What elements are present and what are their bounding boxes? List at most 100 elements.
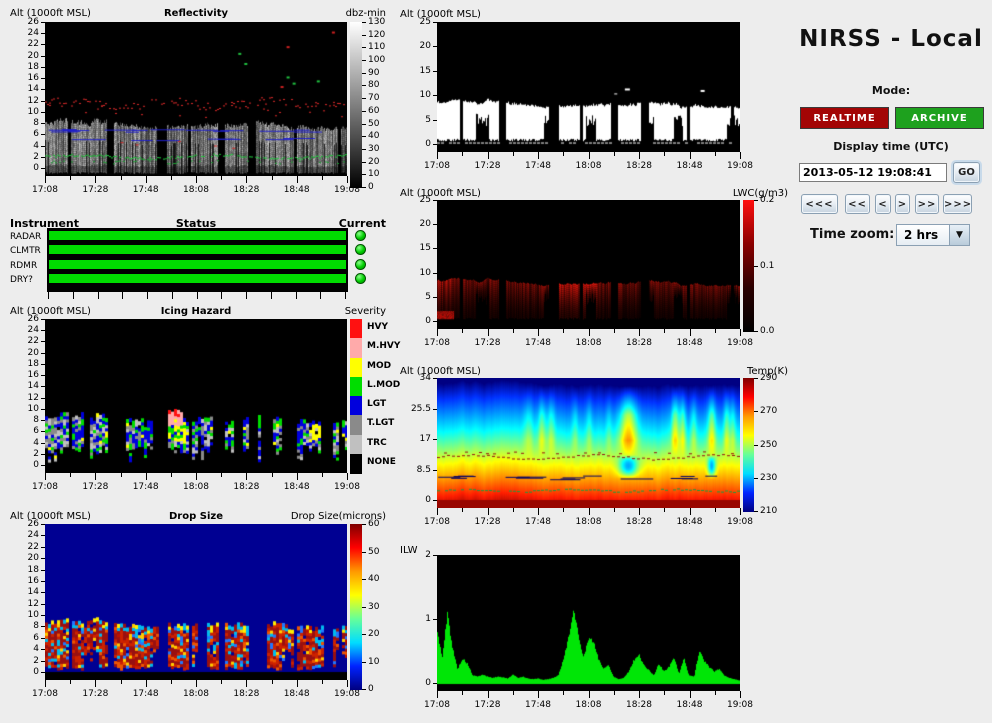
x-tick-label: 18:28: [626, 700, 652, 710]
y-tick: [41, 341, 45, 343]
drop_size-colorbar: [350, 524, 362, 690]
colorbar-tick: [362, 123, 366, 125]
x-tick: [487, 508, 489, 515]
x-tick: [246, 680, 248, 687]
status-x-tick: [196, 292, 198, 299]
x-tick-label: 18:48: [283, 689, 310, 699]
x-tick-label: 17:48: [525, 338, 551, 348]
x-tick: [321, 680, 323, 684]
y-tick-label: 8.5: [416, 464, 431, 475]
y-tick-label: 6: [33, 129, 39, 140]
nav-back-fast[interactable]: <<<: [801, 194, 838, 214]
x-tick: [296, 176, 298, 183]
legend-swatch-TRC: [350, 434, 362, 455]
status-x-tick: [295, 292, 297, 299]
y-tick-label: 20: [419, 41, 431, 52]
x-tick-label: 19:08: [727, 161, 753, 171]
y-tick-label: 25.5: [410, 403, 431, 414]
x-tick: [145, 176, 147, 183]
x-tick: [145, 473, 147, 480]
colorbar-tick: [362, 661, 366, 663]
nav-forward-step[interactable]: >: [895, 194, 910, 214]
colorbar-tick: [362, 98, 366, 100]
y-tick-label: 2: [33, 151, 39, 162]
y-tick: [41, 352, 45, 354]
y-tick-label: 24: [27, 530, 39, 541]
time-zoom-label: Time zoom:: [810, 227, 895, 242]
y-tick: [41, 397, 45, 399]
status-x-tick: [221, 292, 223, 299]
go-button[interactable]: GO: [953, 162, 980, 183]
status-row-label: CLMTR: [10, 246, 41, 256]
x-tick-label: 18:08: [575, 700, 602, 710]
y-tick: [41, 89, 45, 91]
x-tick-label: 18:48: [676, 700, 703, 710]
y-tick: [433, 70, 437, 72]
status-bar-RDMR: [49, 260, 346, 269]
y-tick-label: 14: [27, 84, 39, 95]
x-tick-label: 18:28: [233, 482, 260, 492]
chevron-down-icon[interactable]: ▼: [949, 225, 969, 245]
y-tick-label: 17: [419, 434, 431, 444]
colorbar-tick: [362, 174, 366, 176]
x-tick: [740, 152, 741, 159]
status-x-tick: [72, 292, 74, 299]
colorbar-tick-label: 290: [760, 373, 778, 383]
y-tick: [41, 580, 45, 582]
x-tick-label: 17:48: [132, 689, 159, 699]
x-tick: [487, 152, 489, 159]
legend-swatch-NONE: [350, 453, 362, 474]
drop_size-colorbar-label: Drop Size(microns): [290, 511, 386, 522]
y-tick-label: 2: [425, 550, 431, 560]
colorbar-tick-label: 100: [368, 55, 386, 66]
legend-entry-label: TRC: [367, 437, 387, 448]
display-time-input[interactable]: [799, 163, 947, 182]
legend-swatch-MOD: [350, 357, 362, 378]
nav-forward[interactable]: >>: [915, 194, 939, 214]
y-tick: [41, 615, 45, 617]
reflectivity-colorbar: [350, 22, 362, 188]
y-tick: [41, 145, 45, 147]
nav-forward-fast[interactable]: >>>: [943, 194, 972, 214]
status-x-tick: [320, 292, 322, 299]
icing_hazard-title: Icing Hazard: [160, 306, 232, 317]
x-tick-label: 17:08: [424, 338, 450, 348]
nav-back-step[interactable]: <: [875, 194, 891, 214]
y-tick: [433, 272, 437, 274]
x-tick-label: 17:48: [132, 482, 159, 492]
y-tick-label: 4: [33, 140, 39, 151]
lwc-colorbar: [743, 200, 754, 332]
reflectivity-plot-canvas: [45, 22, 347, 176]
y-tick-label: 24: [27, 325, 39, 336]
x-tick-label: 17:08: [32, 689, 58, 699]
x-tick-label: 17:28: [474, 161, 501, 171]
y-tick: [433, 408, 437, 410]
x-tick: [613, 691, 615, 695]
colorbar-tick: [362, 524, 366, 525]
y-tick-label: 0: [33, 460, 39, 470]
x-tick: [221, 176, 223, 180]
x-tick: [437, 508, 438, 515]
y-tick-label: 1: [425, 614, 431, 624]
time-zoom-select[interactable]: 2 hrs ▼: [896, 224, 970, 246]
legend-entry-label: M.HVY: [367, 341, 401, 352]
y-tick-label: 14: [27, 587, 39, 598]
y-tick: [41, 156, 45, 158]
colorbar-tick-label: 60: [368, 519, 380, 529]
y-tick: [433, 683, 437, 684]
y-tick: [41, 546, 45, 548]
nav-back[interactable]: <<: [845, 194, 870, 214]
y-tick-label: 34: [419, 373, 431, 383]
x-tick: [563, 329, 565, 333]
archive-button[interactable]: ARCHIVE: [895, 107, 984, 129]
y-tick-label: 0: [425, 678, 431, 688]
realtime-button[interactable]: REALTIME: [800, 107, 889, 129]
x-tick-label: 18:48: [676, 338, 703, 348]
y-tick: [41, 672, 45, 673]
status-indicator-CLMTR: [355, 244, 366, 255]
colorbar-tick-label: 30: [368, 143, 380, 154]
x-tick: [538, 508, 539, 515]
x-tick-label: 17:08: [424, 700, 450, 710]
y-tick: [41, 22, 45, 23]
y-tick: [41, 465, 45, 466]
